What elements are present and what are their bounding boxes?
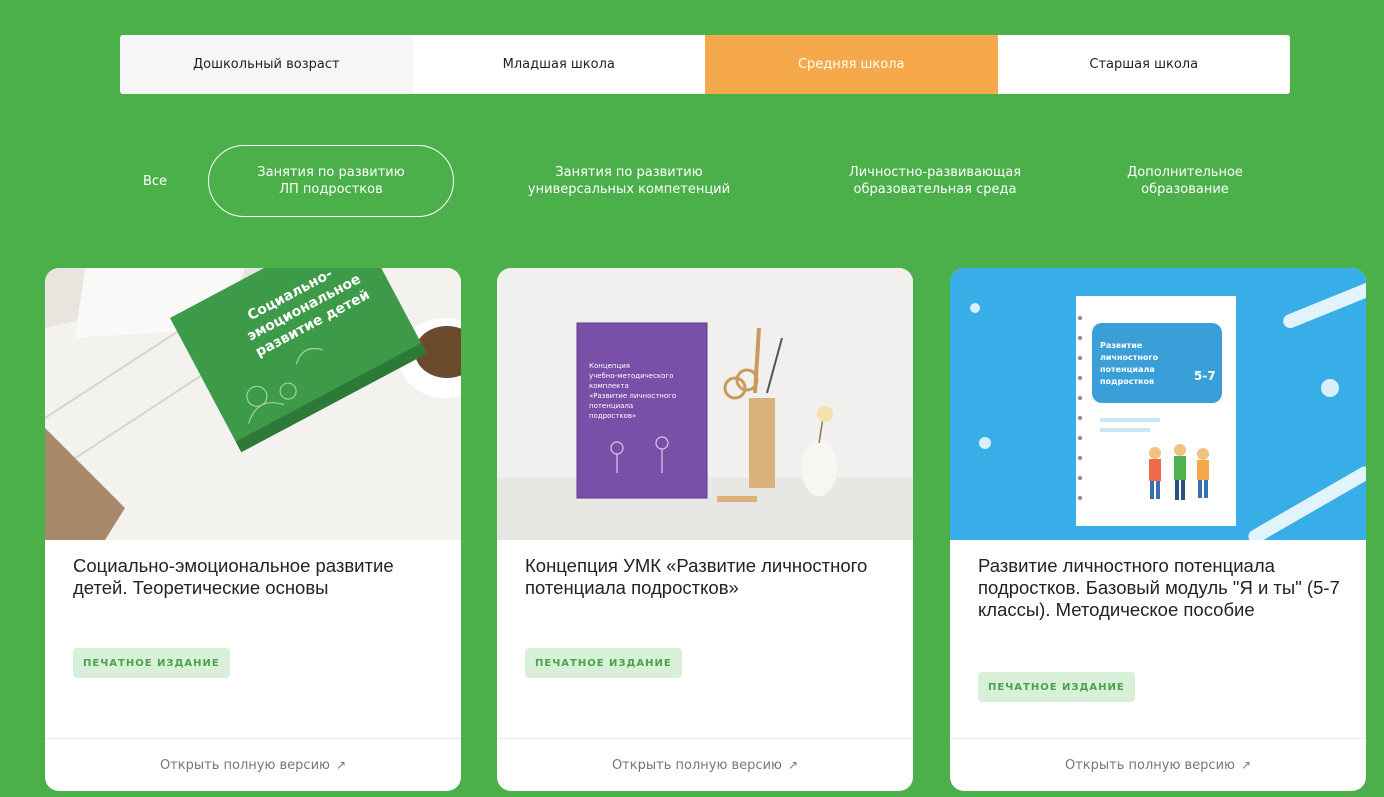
link-label: Открыть полную версию bbox=[1064, 757, 1235, 773]
filter-learning-environment[interactable]: Личностно-развивающая образовательная ср… bbox=[800, 145, 1070, 217]
product-card[interactable]: Развитие личностного потенциала подростк… bbox=[950, 268, 1366, 791]
svg-text:потенциала: потенциала bbox=[1100, 365, 1155, 374]
open-full-version-link[interactable]: Открыть полную версию ↗ bbox=[45, 739, 461, 791]
tab-middle-school[interactable]: Средняя школа bbox=[705, 35, 998, 94]
print-edition-badge: ПЕЧАТНОЕ ИЗДАНИЕ bbox=[525, 648, 682, 678]
open-full-version-link[interactable]: Открыть полную версию ↗ bbox=[497, 739, 913, 791]
card-title[interactable]: Развитие личностного потенциала подростк… bbox=[978, 555, 1348, 621]
link-label: Открыть полную версию bbox=[611, 757, 782, 773]
svg-text:Развитие: Развитие bbox=[1100, 341, 1143, 350]
svg-text:комплекта: комплекта bbox=[589, 382, 629, 390]
card-title[interactable]: Концепция УМК «Развитие личностного поте… bbox=[525, 555, 895, 599]
external-arrow-icon: ↗ bbox=[335, 758, 347, 772]
tab-high-school[interactable]: Старшая школа bbox=[997, 35, 1290, 94]
age-tabs: Дошкольный возраст Младшая школа Средняя… bbox=[120, 35, 1290, 94]
svg-text:Концепция: Концепция bbox=[589, 362, 630, 370]
purple-book-photo: Концепция учебно-методического комплекта… bbox=[497, 268, 913, 540]
green-book-photo: Социально- эмоциональное развитие детей bbox=[45, 268, 461, 540]
print-edition-badge: ПЕЧАТНОЕ ИЗДАНИЕ bbox=[978, 672, 1135, 702]
external-arrow-icon: ↗ bbox=[787, 758, 799, 772]
filter-additional-education[interactable]: Дополнительное образование bbox=[1085, 145, 1285, 217]
svg-text:учебно-методического: учебно-методического bbox=[589, 372, 673, 380]
filter-all[interactable]: Все bbox=[130, 145, 180, 217]
svg-text:5-7: 5-7 bbox=[1194, 369, 1216, 383]
tab-primary-school[interactable]: Младшая школа bbox=[412, 35, 705, 94]
svg-text:личностного: личностного bbox=[1100, 353, 1159, 362]
svg-text:«Развитие личностного: «Развитие личностного bbox=[589, 392, 676, 400]
svg-text:подростков: подростков bbox=[1100, 377, 1154, 386]
svg-text:потенциала: потенциала bbox=[589, 402, 633, 410]
product-card[interactable]: Социально- эмоциональное развитие детей … bbox=[45, 268, 461, 791]
filter-lp-teens[interactable]: Занятия по развитию ЛП подростков bbox=[208, 145, 454, 217]
open-full-version-link[interactable]: Открыть полную версию ↗ bbox=[950, 739, 1366, 791]
product-card[interactable]: Концепция учебно-методического комплекта… bbox=[497, 268, 913, 791]
page: Дошкольный возраст Младшая школа Средняя… bbox=[0, 0, 1384, 797]
category-filters: Все Занятия по развитию ЛП подростков За… bbox=[0, 145, 1384, 219]
print-edition-badge: ПЕЧАТНОЕ ИЗДАНИЕ bbox=[73, 648, 230, 678]
filter-universal-competencies[interactable]: Занятия по развитию универсальных компет… bbox=[484, 145, 774, 217]
tab-preschool[interactable]: Дошкольный возраст bbox=[120, 35, 413, 94]
external-arrow-icon: ↗ bbox=[1240, 758, 1252, 772]
blue-book-photo: Развитие личностного потенциала подростк… bbox=[950, 268, 1366, 540]
svg-text:подростков»: подростков» bbox=[589, 412, 636, 420]
card-title[interactable]: Социально-эмоциональное развитие детей. … bbox=[73, 555, 443, 599]
link-label: Открыть полную версию bbox=[159, 757, 330, 773]
